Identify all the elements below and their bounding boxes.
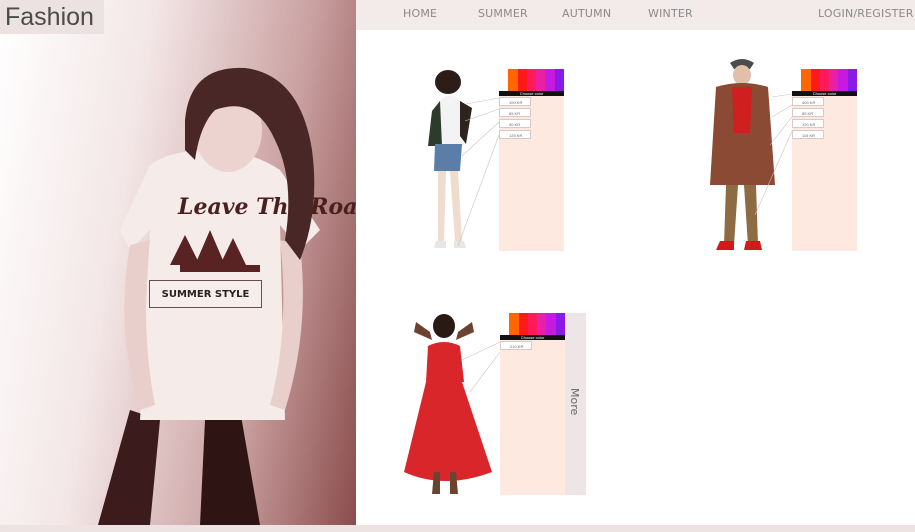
size-price-option[interactable]: 125 KR xyxy=(499,130,531,139)
color-swatch-magenta[interactable] xyxy=(838,69,848,91)
nav-home[interactable]: HOME xyxy=(403,7,437,20)
color-swatch-orange[interactable] xyxy=(801,69,811,91)
brand-logo-text: Fashion xyxy=(5,3,94,31)
more-button[interactable]: More xyxy=(565,313,586,495)
color-swatch-purple[interactable] xyxy=(554,69,564,91)
size-price-option[interactable]: 90 KR xyxy=(499,119,531,128)
product-3-panel: Choose color 210 KR xyxy=(500,313,565,495)
size-price-option[interactable]: 120 KR xyxy=(792,119,824,128)
product-2-color-swatches xyxy=(792,69,857,91)
size-price-option[interactable]: 115 KR xyxy=(792,130,824,139)
size-price-option[interactable]: 65 KR xyxy=(499,108,531,117)
color-swatch-pink[interactable] xyxy=(537,313,547,335)
color-swatch-white[interactable] xyxy=(792,69,802,91)
more-button-label: More xyxy=(568,388,581,416)
summer-style-button[interactable]: SUMMER STYLE xyxy=(149,280,262,308)
color-swatch-orange[interactable] xyxy=(508,69,518,91)
color-swatch-purple[interactable] xyxy=(847,69,857,91)
shirt-print-text: Leave The Road xyxy=(177,194,356,220)
product-3-model-image[interactable] xyxy=(400,312,510,502)
nav-login-register[interactable]: LOGIN/REGISTER xyxy=(818,7,914,20)
product-2-model-image[interactable] xyxy=(680,55,800,255)
brand-logo[interactable]: Fashion xyxy=(0,0,104,34)
hero-model-illustration: Leave The Road xyxy=(98,67,356,525)
color-swatch-crimson[interactable] xyxy=(526,69,537,91)
nav-winter[interactable]: WINTER xyxy=(648,7,693,20)
color-swatch-red[interactable] xyxy=(810,69,820,91)
color-swatch-red[interactable] xyxy=(518,313,528,335)
color-swatch-red[interactable] xyxy=(517,69,527,91)
size-price-option[interactable]: 100 KR xyxy=(499,97,531,106)
color-swatch-pink[interactable] xyxy=(829,69,839,91)
color-swatch-orange[interactable] xyxy=(509,313,519,335)
choose-color-label: Choose color xyxy=(499,91,564,96)
product-2-panel: Choose color 400 KR 85 KR 120 KR 115 KR xyxy=(792,69,857,251)
nav-autumn[interactable]: AUTUMN xyxy=(562,7,611,20)
color-swatch-crimson[interactable] xyxy=(527,313,538,335)
size-price-option[interactable]: 210 KR xyxy=(500,341,532,350)
product-1-panel: Choose color 100 KR 65 KR 90 KR 125 KR xyxy=(499,69,564,251)
size-price-option[interactable]: 400 KR xyxy=(792,97,824,106)
color-swatch-magenta[interactable] xyxy=(546,313,556,335)
hero-banner: Leave The Road xyxy=(0,0,356,532)
color-swatch-white[interactable] xyxy=(500,313,510,335)
size-price-option[interactable]: 85 KR xyxy=(792,108,824,117)
product-1-color-swatches xyxy=(499,69,564,91)
color-swatch-purple[interactable] xyxy=(555,313,565,335)
color-swatch-white[interactable] xyxy=(499,69,509,91)
color-swatch-pink[interactable] xyxy=(536,69,546,91)
footer-bar xyxy=(0,525,915,532)
color-swatch-crimson[interactable] xyxy=(819,69,830,91)
color-swatch-magenta[interactable] xyxy=(545,69,555,91)
product-3-color-swatches xyxy=(500,313,565,335)
summer-style-button-label: SUMMER STYLE xyxy=(161,289,250,300)
nav-summer[interactable]: SUMMER xyxy=(478,7,528,20)
choose-color-label: Choose color xyxy=(792,91,857,96)
top-navigation: HOME SUMMER AUTUMN WINTER LOGIN/REGISTER xyxy=(356,0,915,30)
choose-color-label: Choose color xyxy=(500,335,565,340)
